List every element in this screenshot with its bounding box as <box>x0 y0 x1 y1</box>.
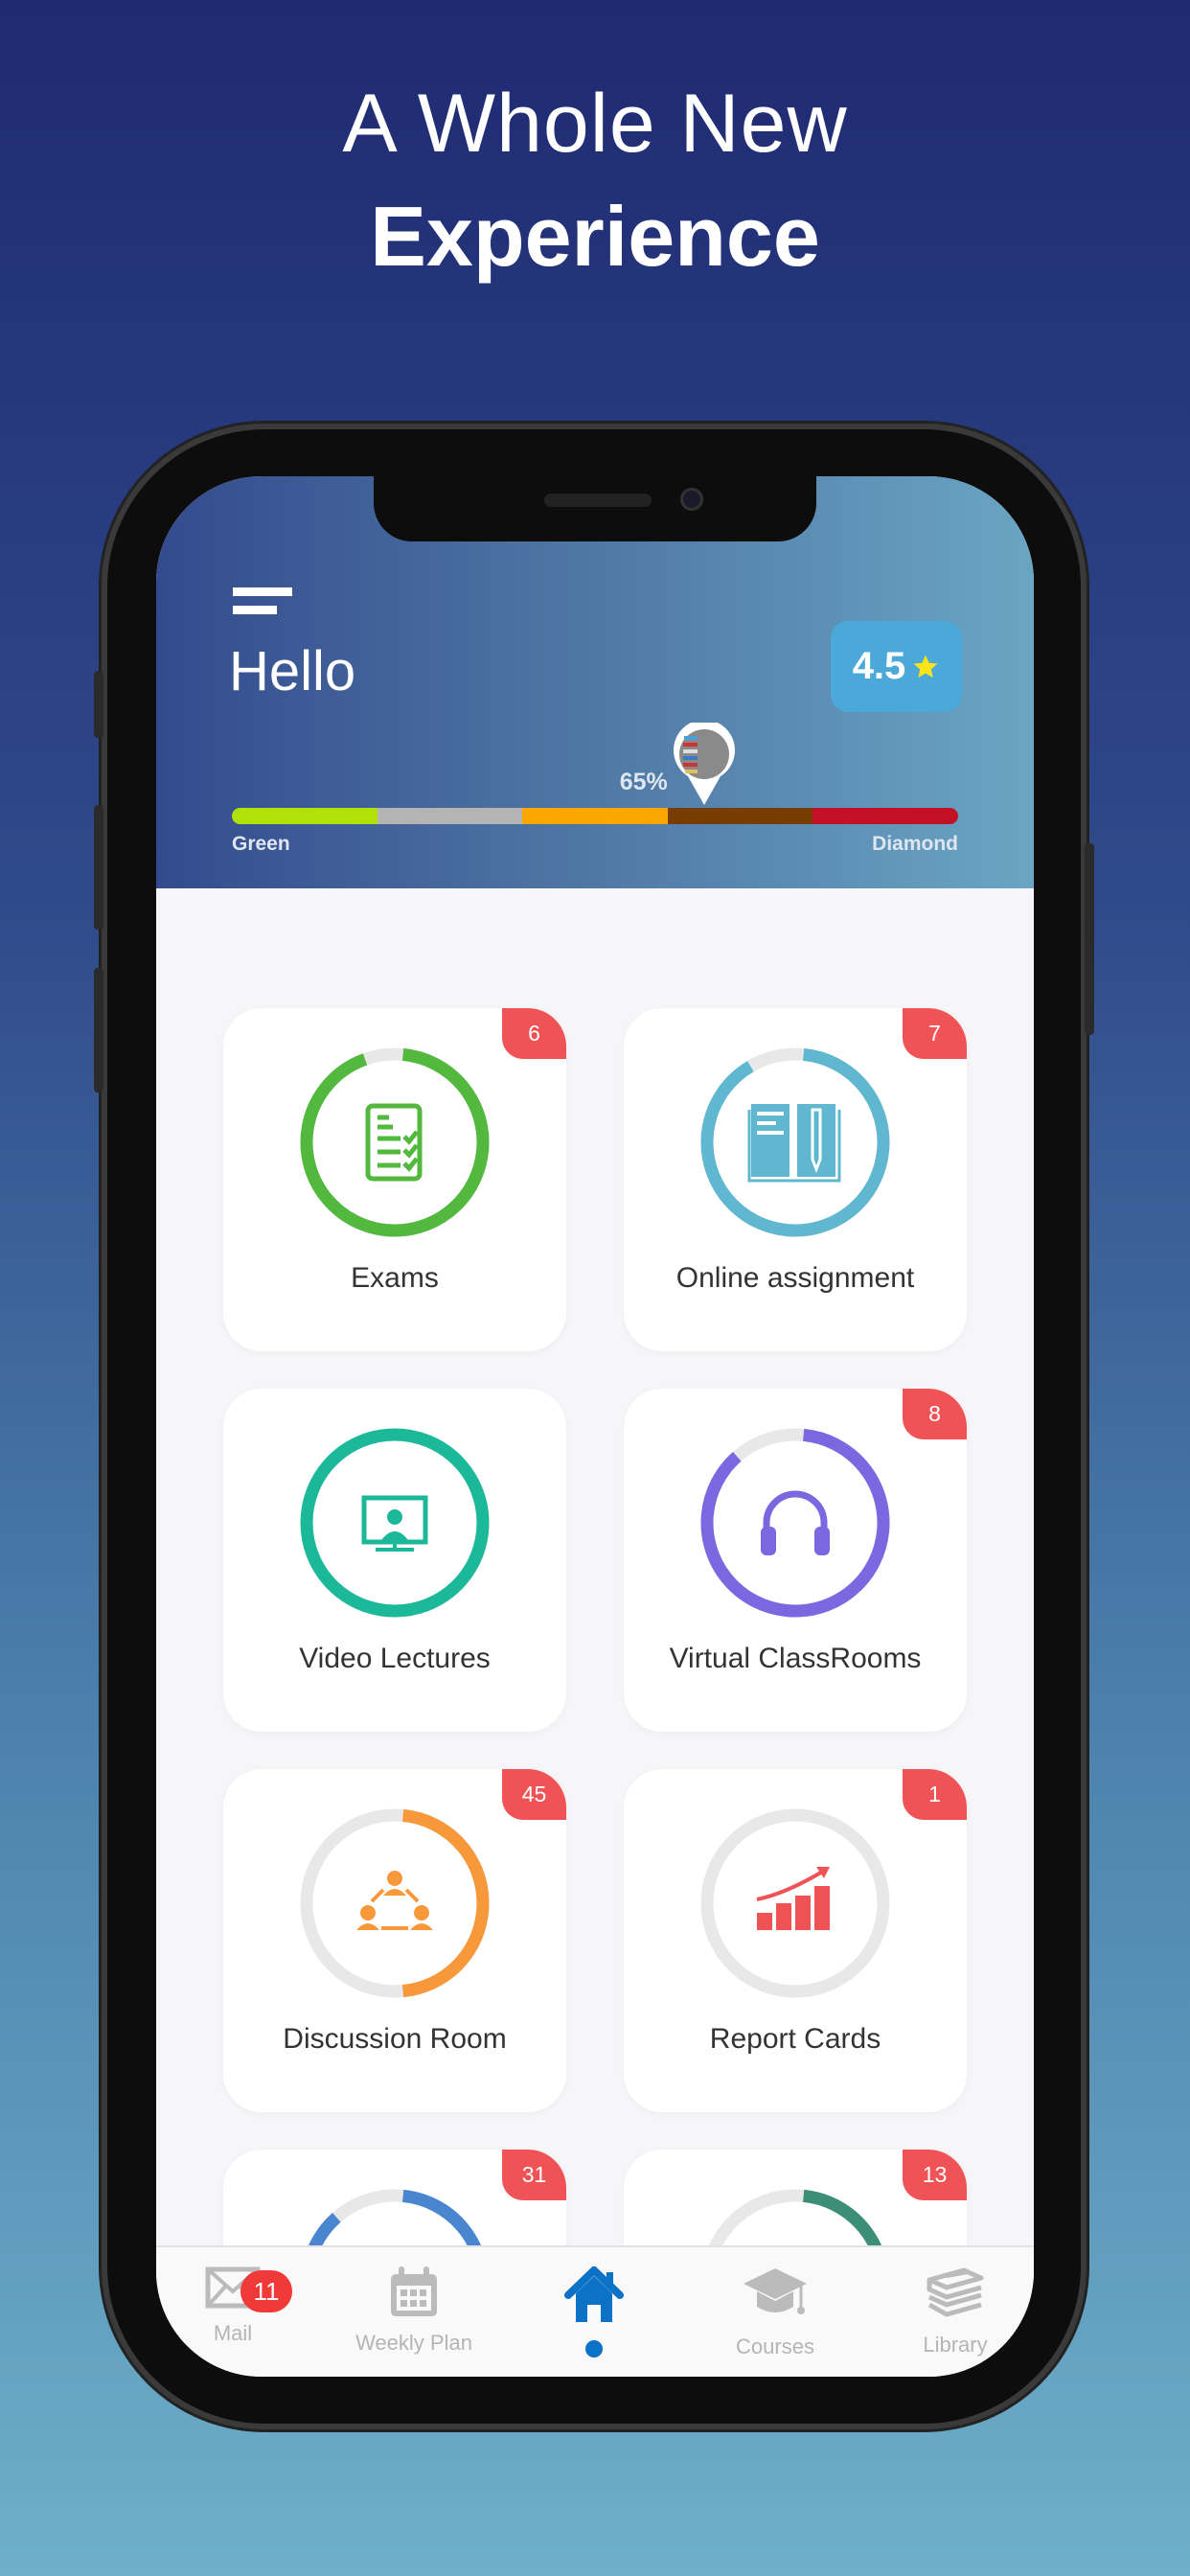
progress-ring <box>700 1428 890 1618</box>
headline-line2: Experience <box>370 189 820 284</box>
count-badge: 45 <box>502 1769 566 1820</box>
level-progress-bar <box>232 808 958 824</box>
card-label: Exams <box>351 1262 439 1294</box>
book-pencil-icon <box>747 1104 841 1183</box>
progress-ring <box>300 1428 490 1618</box>
tab-label: Mail <box>213 2321 253 2345</box>
ring-progress <box>700 1428 890 1618</box>
progress-ring <box>300 1047 490 1237</box>
card-exams[interactable]: 6 Exams <box>223 1008 566 1351</box>
header: Hello 4.5 65% Green Diamond <box>156 476 1034 888</box>
ring-progress <box>300 1808 490 1998</box>
count-badge: 8 <box>903 1389 967 1439</box>
card-label: Report Cards <box>709 2023 881 2055</box>
tab-weekly-plan[interactable]: Weekly Plan <box>328 2266 500 2356</box>
active-indicator <box>585 2340 603 2358</box>
progress-marker-avatar <box>673 723 735 805</box>
card-label: Video Lectures <box>299 1643 491 1674</box>
tab-label: Library <box>923 2333 988 2357</box>
tab-library[interactable]: Library <box>869 2266 1034 2358</box>
tab-courses[interactable]: Courses <box>689 2266 861 2359</box>
level-segment <box>232 808 378 824</box>
progress-percent: 65% <box>619 769 668 795</box>
level-segment <box>812 808 958 824</box>
notch <box>374 476 816 541</box>
phone-button <box>94 671 103 738</box>
progress-ring <box>300 1808 490 1998</box>
count-badge: 13 <box>903 2150 967 2200</box>
tab-home[interactable] <box>508 2265 680 2358</box>
level-segment <box>522 808 668 824</box>
tab-label: Weekly Plan <box>355 2331 472 2355</box>
growth-chart-icon <box>756 1867 830 1930</box>
card-video-lectures[interactable]: Video Lectures <box>223 1389 566 1732</box>
menu-icon[interactable] <box>233 587 292 624</box>
ring-progress <box>700 1047 890 1237</box>
ring-progress <box>300 1047 490 1237</box>
group-discussion-icon <box>356 1871 433 1930</box>
level-segment <box>667 808 813 824</box>
progress-ring <box>700 1808 890 1998</box>
app-screen: Hello 4.5 65% Green Diamond 6 Exams 7 On… <box>156 476 1034 2377</box>
count-badge: 31 <box>502 2150 566 2200</box>
mail-badge: 11 <box>240 2270 292 2312</box>
count-badge: 1 <box>903 1769 967 1820</box>
exam-checklist-icon <box>365 1103 423 1182</box>
home-icon <box>564 2265 624 2322</box>
card-label: Virtual ClassRooms <box>669 1643 922 1674</box>
card-discussion-room[interactable]: 45 Discussion Room <box>223 1769 566 2112</box>
headphones-icon <box>761 1490 830 1555</box>
phone-button <box>94 805 103 930</box>
level-segment <box>377 808 523 824</box>
bottom-tab-bar: 11 Mail Weekly Plan Courses Library <box>156 2245 1034 2377</box>
level-start-label: Green <box>232 833 290 855</box>
video-lecture-icon <box>361 1495 428 1552</box>
card-report-cards[interactable]: 1 Report Cards <box>624 1769 967 2112</box>
greeting: Hello <box>229 640 356 702</box>
card-online-assignment[interactable]: 7 Online assignment <box>624 1008 967 1351</box>
progress-ring <box>700 1047 890 1237</box>
card-label: Online assignment <box>675 1262 915 1294</box>
graduation-cap-icon <box>744 2268 807 2314</box>
rating-badge[interactable]: 4.5 <box>831 621 962 712</box>
phone-button <box>1085 843 1094 1035</box>
phone-button <box>94 968 103 1092</box>
tab-mail[interactable]: 11 Mail <box>156 2266 319 2346</box>
calendar-icon <box>391 2266 437 2316</box>
count-badge: 6 <box>502 1008 566 1059</box>
card-virtual-classrooms[interactable]: 8 Virtual ClassRooms <box>624 1389 967 1732</box>
count-badge: 7 <box>903 1008 967 1059</box>
tab-label: Courses <box>736 2334 814 2358</box>
books-icon <box>927 2267 984 2317</box>
headline-line1: A Whole New <box>342 78 848 170</box>
rating-value: 4.5 <box>852 645 906 687</box>
card-label: Discussion Room <box>283 2023 507 2055</box>
star-icon <box>913 655 938 678</box>
level-end-label: Diamond <box>872 833 958 855</box>
